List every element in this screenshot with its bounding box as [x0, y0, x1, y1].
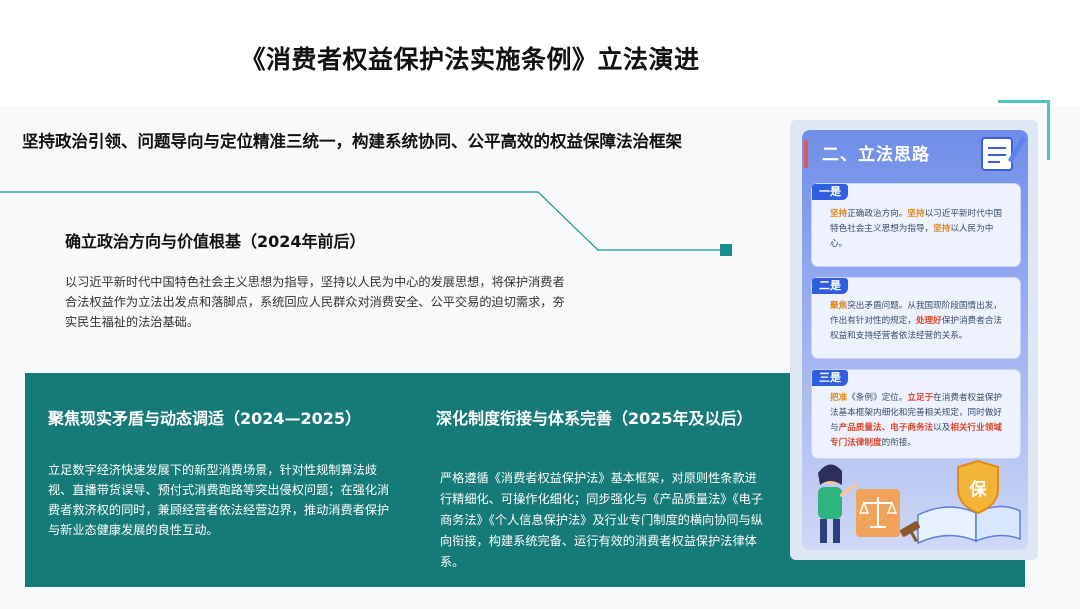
- point-3-segment: 立足于: [907, 393, 934, 403]
- point-3-segment: 把准: [830, 393, 848, 403]
- point-text-1: 坚持正确政治方向。坚持以习近平新时代中国特色社会主义思想为指导，坚持以人民为中心…: [830, 207, 1010, 252]
- card-title: 二、立法思路: [822, 145, 930, 165]
- point-1-segment: 坚持: [907, 209, 925, 219]
- point-2-segment: 处理好: [915, 316, 942, 326]
- point-text-3: 把准《条例》定位。立足于在消费者权益保护法基本框架内细化和完善相关规定，同时做好…: [830, 391, 1010, 451]
- section-contradictions-body: 立足数字经济快速发展下的新型消费场景，针对性规制算法歧视、直播带货误导、预付式消…: [48, 463, 390, 537]
- point-tag-3: 三是: [812, 370, 848, 386]
- card-title-accent: [804, 140, 808, 168]
- section-system-title: 深化制度衔接与体系完善（2025年及以后）: [436, 409, 753, 428]
- point-text-2: 聚焦突出矛盾问题。从我国现阶段国情出发，作出有针对性的规定，处理好保护消费者合法…: [830, 299, 1010, 344]
- point-2-segment: 聚焦: [830, 301, 848, 311]
- section-system-body: 严格遵循《消费者权益保护法》基本框架，对原则性条款进行精细化、可操作化细化；同步…: [440, 471, 763, 569]
- point-tag-2: 二是: [812, 278, 848, 294]
- section-contradictions-title: 聚焦现实矛盾与动态调适（2024—2025）: [48, 409, 362, 428]
- point-3-segment: 《条例》定位。: [847, 393, 908, 403]
- law-book-icon: [917, 505, 1021, 545]
- point-3-segment: 的衔接。: [881, 438, 916, 448]
- scales-of-justice-icon: [856, 489, 900, 537]
- notebook-pen-icon: [981, 136, 1026, 171]
- point-1-segment: 坚持: [933, 224, 951, 234]
- page-title: 《消费者权益保护法实施条例》立法演进: [240, 45, 700, 74]
- point-1-segment: 坚持: [830, 209, 848, 219]
- point-1-segment: 正确政治方向。: [847, 209, 908, 219]
- section-political-direction-title: 确立政治方向与价值根基（2024年前后）: [65, 232, 366, 251]
- person-illustration: [818, 464, 858, 543]
- point-tag-1: 一是: [812, 184, 848, 200]
- point-3-segment: 产品质量法、电子商务法: [838, 423, 934, 433]
- shield-badge-text: 保: [969, 479, 988, 500]
- decorative-connector-line: [0, 191, 732, 256]
- point-3-segment: 以及: [933, 423, 951, 433]
- page-subtitle: 坚持政治引领、问题导向与定位精准三统一，构建系统协同、公平高效的权益保障法治框架: [22, 132, 682, 151]
- section-political-direction-body: 以习近平新时代中国特色社会主义思想为指导，坚持以人民为中心的发展思想，将保护消费…: [65, 275, 565, 329]
- consumer-protection-illustration: 保: [818, 459, 1021, 545]
